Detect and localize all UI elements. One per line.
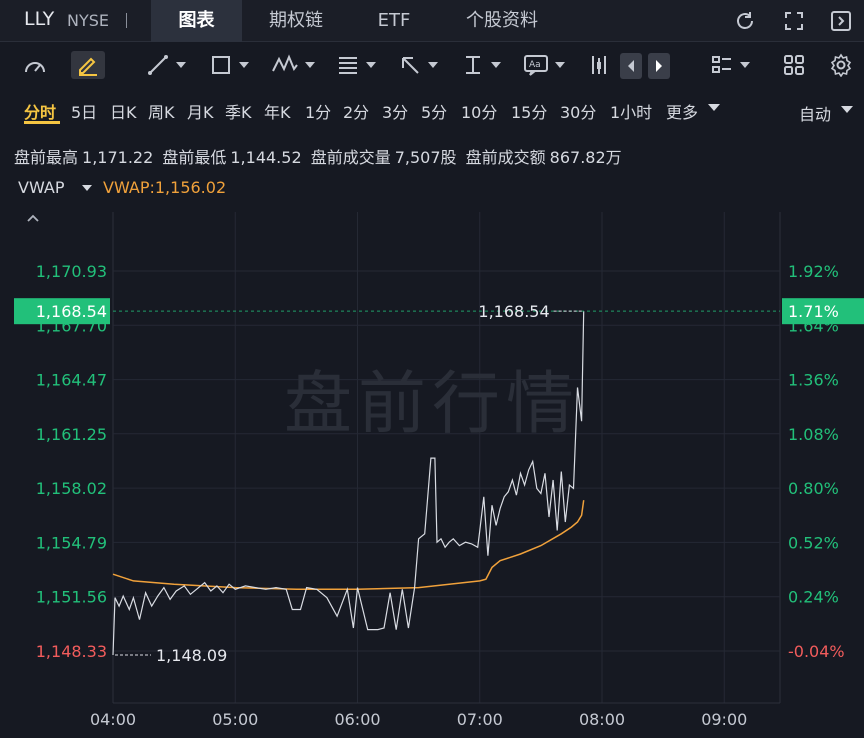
low-marker-label: 1,148.09 [156, 646, 227, 665]
time-tick-label: 06:00 [334, 710, 380, 729]
percent-tick-label: 1.08% [788, 425, 839, 444]
time-tick-label: 07:00 [457, 710, 503, 729]
time-tick-label: 09:00 [701, 710, 747, 729]
percent-tick-label: -0.04% [788, 642, 845, 661]
price-chart[interactable]: 盘前行情 1,170.931,167.701,164.471,161.251,1… [0, 0, 864, 738]
price-tick-label: 1,164.47 [36, 371, 107, 390]
high-marker-label: 1,168.54 [478, 302, 549, 321]
percent-tick-label: 0.80% [788, 479, 839, 498]
current-price-badge-label: 1,168.54 [36, 302, 107, 321]
chart-watermark: 盘前行情 [284, 365, 580, 444]
price-line [112, 311, 585, 656]
percent-tick-label: 1.92% [788, 262, 839, 281]
price-tick-label: 1,151.56 [36, 588, 107, 607]
percent-tick-label: 0.24% [788, 588, 839, 607]
time-tick-label: 05:00 [212, 710, 258, 729]
current-percent-badge-label: 1.71% [788, 302, 839, 321]
time-axis: 04:00 05:00 06:00 07:00 08:00 09:00 [90, 710, 747, 729]
percent-tick-label: 1.36% [788, 371, 839, 390]
time-tick-label: 08:00 [579, 710, 625, 729]
chart-grid [112, 212, 781, 704]
price-tick-label: 1,161.25 [36, 425, 107, 444]
price-tick-label: 1,154.79 [36, 533, 107, 552]
time-tick-label: 04:00 [90, 710, 136, 729]
vwap-line [112, 500, 585, 591]
price-tick-label: 1,158.02 [36, 479, 107, 498]
percent-tick-label: 0.52% [788, 533, 839, 552]
price-tick-label: 1,170.93 [36, 262, 107, 281]
price-tick-label: 1,148.33 [36, 642, 107, 661]
